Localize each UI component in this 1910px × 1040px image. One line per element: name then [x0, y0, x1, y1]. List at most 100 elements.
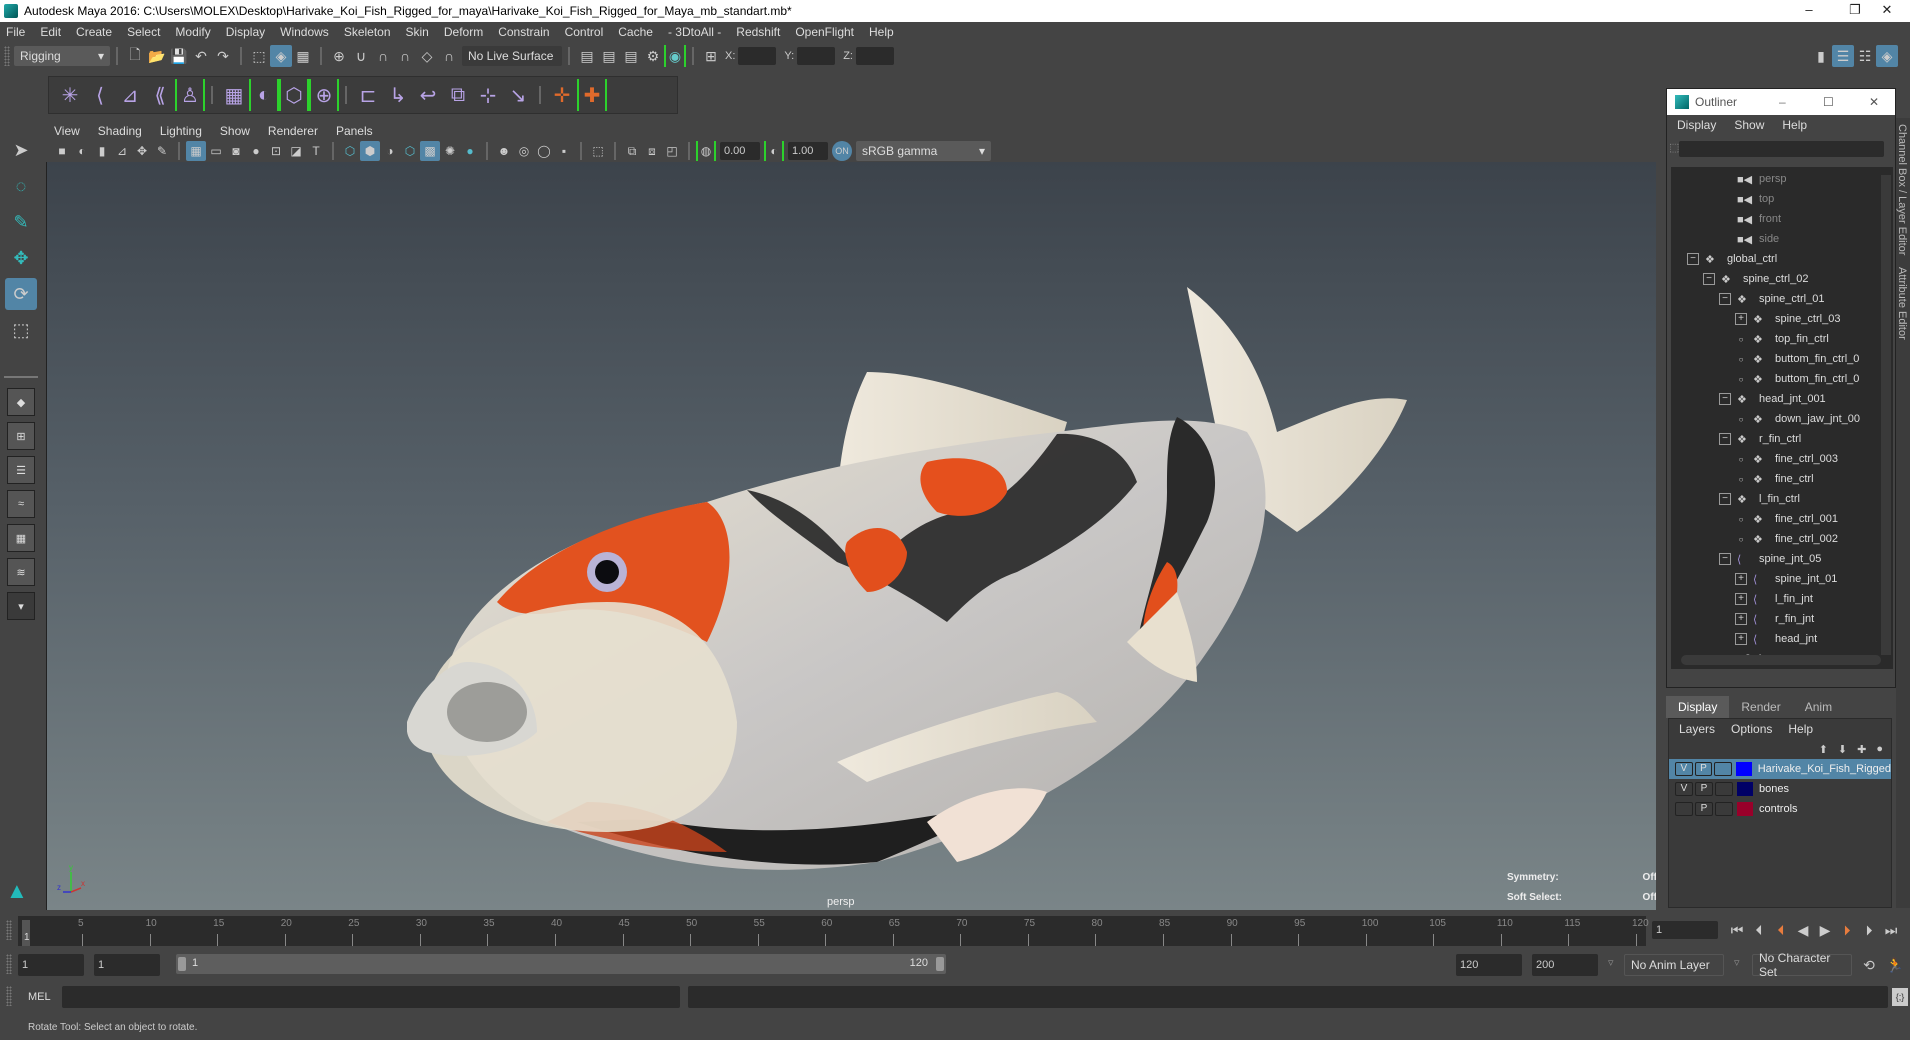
- outliner-item[interactable]: + ⟨ l_fin_jnt: [1671, 589, 1893, 609]
- snap-point-icon[interactable]: ∩: [372, 45, 394, 67]
- animation-start-field[interactable]: 1: [18, 954, 84, 976]
- color-management-toggle-icon[interactable]: ON: [832, 141, 852, 161]
- snap-view-icon[interactable]: ∩: [394, 45, 416, 67]
- collapse-icon[interactable]: −: [1719, 493, 1731, 505]
- new-scene-icon[interactable]: 🗋: [124, 45, 146, 67]
- anim-layer-dropdown[interactable]: No Anim Layer: [1624, 954, 1724, 976]
- lattice-icon[interactable]: ⬡: [279, 79, 309, 111]
- xray-active-icon[interactable]: ⧈: [642, 141, 662, 161]
- outliner-item[interactable]: ■◀ persp: [1671, 169, 1893, 189]
- channel-box-toggle-icon[interactable]: ☰: [1832, 45, 1854, 67]
- persp-graph-layout-icon[interactable]: ≈: [7, 490, 35, 518]
- panel-menu-shading[interactable]: Shading: [98, 124, 142, 138]
- outliner-item[interactable]: ■◀ side: [1671, 229, 1893, 249]
- wireframe-on-shaded-icon[interactable]: ⬡: [400, 141, 420, 161]
- motion-blur-icon[interactable]: ◎: [514, 141, 534, 161]
- horizontal-scrollbar[interactable]: [1681, 655, 1881, 665]
- minimize-button[interactable]: –: [1786, 0, 1832, 22]
- four-view-layout-icon[interactable]: ⊞: [7, 422, 35, 450]
- move-layer-up-icon[interactable]: ⬆: [1819, 743, 1828, 756]
- time-ruler[interactable]: 1 5 10 15 20 25 30 35 40 45 50 55 60 65 70 75 80 85 90 95 1…: [18, 916, 1649, 946]
- move-layer-down-icon[interactable]: ⬇: [1838, 743, 1847, 756]
- visibility-toggle[interactable]: [1675, 802, 1693, 816]
- script-editor-icon[interactable]: {;}: [1892, 988, 1908, 1006]
- expand-icon[interactable]: +: [1735, 573, 1747, 585]
- outliner-item[interactable]: − ❖ r_fin_ctrl: [1671, 429, 1893, 449]
- current-frame-field[interactable]: 1: [1652, 921, 1718, 939]
- grip-handle[interactable]: [6, 920, 12, 940]
- expand-icon[interactable]: +: [1735, 593, 1747, 605]
- blend-shape-icon[interactable]: ◐: [249, 79, 279, 111]
- outliner-item[interactable]: ○ ❖ buttom_fin_ctrl_0: [1671, 349, 1893, 369]
- lasso-tool-icon[interactable]: ◌: [5, 170, 37, 202]
- close-button[interactable]: ✕: [1864, 0, 1910, 22]
- tab-channel-box-layer-editor[interactable]: Channel Box / Layer Editor: [1896, 118, 1908, 261]
- bind-skin-icon[interactable]: ⟪: [145, 79, 175, 111]
- isolate-select-icon[interactable]: ⬚: [588, 141, 608, 161]
- field-chart-icon[interactable]: ⊡: [266, 141, 286, 161]
- grease-pencil-icon[interactable]: ✎: [152, 141, 172, 161]
- outliner-item[interactable]: ○ ❖ down_jaw_jnt_00: [1671, 409, 1893, 429]
- go-to-end-icon[interactable]: ⏭: [1880, 919, 1902, 941]
- gamma-icon[interactable]: ◐: [764, 141, 784, 161]
- step-forward-key-icon[interactable]: ⏵: [1836, 919, 1858, 941]
- menu-file[interactable]: File: [6, 25, 25, 39]
- expand-icon[interactable]: +: [1735, 633, 1747, 645]
- grid-icon[interactable]: ▦: [186, 141, 206, 161]
- menu-deform[interactable]: Deform: [444, 25, 483, 39]
- outliner-item[interactable]: ○ ❖ fine_ctrl_003: [1671, 449, 1893, 469]
- layer-color-swatch[interactable]: [1737, 782, 1753, 796]
- locator-icon[interactable]: ✛: [547, 79, 577, 111]
- z-field[interactable]: [855, 47, 894, 65]
- animation-end-field[interactable]: 200: [1532, 954, 1598, 976]
- pole-vector-icon[interactable]: ↘: [503, 79, 533, 111]
- paint-select-tool-icon[interactable]: ✎: [5, 206, 37, 238]
- panel-menu-renderer[interactable]: Renderer: [268, 124, 318, 138]
- grip-handle[interactable]: [6, 986, 12, 1006]
- camera-attributes-icon[interactable]: ◐: [72, 141, 92, 161]
- menu-help[interactable]: Help: [869, 25, 894, 39]
- menu-modify[interactable]: Modify: [175, 25, 210, 39]
- bookmark-icon[interactable]: ▮: [92, 141, 112, 161]
- exposure-icon[interactable]: ◍: [696, 141, 716, 161]
- expand-icon[interactable]: +: [1735, 313, 1747, 325]
- joint-tool-icon[interactable]: ✳: [55, 79, 85, 111]
- layer-row[interactable]: Pcontrols: [1669, 799, 1891, 819]
- select-camera-icon[interactable]: ■: [52, 141, 72, 161]
- step-back-frame-icon[interactable]: ⏴: [1748, 919, 1770, 941]
- ik-spline-icon[interactable]: ⊿: [115, 79, 145, 111]
- single-perspective-layout-icon[interactable]: ◆: [7, 388, 35, 416]
- film-gate-icon[interactable]: ▭: [206, 141, 226, 161]
- range-start-handle[interactable]: [178, 957, 186, 971]
- collapse-icon[interactable]: −: [1703, 273, 1715, 285]
- live-surface-field[interactable]: No Live Surface: [462, 46, 562, 66]
- rotate-tool-icon[interactable]: ⟳: [5, 278, 37, 310]
- koi-fish-model[interactable]: [407, 222, 1457, 882]
- hypershade-icon[interactable]: ◉: [664, 45, 686, 67]
- layer-color-swatch[interactable]: [1736, 762, 1752, 776]
- outliner-item[interactable]: − ❖ spine_ctrl_01: [1671, 289, 1893, 309]
- xray-joints-icon[interactable]: ◰: [662, 141, 682, 161]
- depth-of-field-icon[interactable]: ▪: [554, 141, 574, 161]
- menu-cache[interactable]: Cache: [618, 25, 653, 39]
- filter-icon[interactable]: ⬚: [1669, 141, 1679, 154]
- x-field[interactable]: [738, 47, 777, 65]
- menu-constrain[interactable]: Constrain: [498, 25, 549, 39]
- playback-toggle[interactable]: P: [1695, 782, 1713, 796]
- menuset-dropdown[interactable]: Rigging ▾: [14, 46, 110, 66]
- outliner-menu-help[interactable]: Help: [1782, 118, 1807, 132]
- attribute-editor-toggle-icon[interactable]: ☷: [1854, 45, 1876, 67]
- layout-menu-icon[interactable]: ▾: [7, 592, 35, 620]
- modeling-toolkit-icon[interactable]: ▮: [1810, 45, 1832, 67]
- panel-menu-show[interactable]: Show: [220, 124, 250, 138]
- range-bar[interactable]: 1 120: [176, 954, 946, 974]
- outliner-item[interactable]: − ❖ head_jnt_001: [1671, 389, 1893, 409]
- aim-constraint-icon[interactable]: ⊹: [473, 79, 503, 111]
- outliner-menu-show[interactable]: Show: [1734, 118, 1764, 132]
- menu-control[interactable]: Control: [565, 25, 604, 39]
- image-plane-icon[interactable]: ⊿: [112, 141, 132, 161]
- menu-skin[interactable]: Skin: [406, 25, 429, 39]
- menu-skeleton[interactable]: Skeleton: [344, 25, 391, 39]
- outliner-item[interactable]: ○ ❖ top_fin_ctrl: [1671, 329, 1893, 349]
- input-mode-icon[interactable]: ⊞: [700, 45, 722, 67]
